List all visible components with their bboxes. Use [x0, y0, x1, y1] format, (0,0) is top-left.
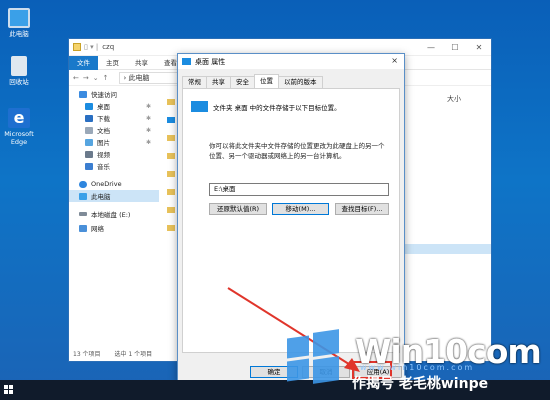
- folder-icon: [73, 43, 81, 51]
- desktop-icon-label: Microsoft Edge: [4, 130, 34, 146]
- status-bar: 13 个项目 选中 1 个项目: [73, 349, 152, 358]
- location-description: 文件夹 桌面 中的文件存储于以下目标位置。: [213, 104, 341, 112]
- back-icon[interactable]: ←: [73, 74, 79, 82]
- close-button[interactable]: ✕: [467, 39, 491, 56]
- nav-label: 本地磁盘 (E:): [91, 211, 131, 219]
- nav-item-videos[interactable]: 视频: [69, 148, 159, 160]
- picture-icon: [85, 138, 93, 146]
- windows-start-icon[interactable]: [4, 385, 14, 395]
- status-selected: 选中 1 个项目: [114, 351, 153, 358]
- folder-icon: [167, 117, 175, 123]
- folder-icon: [167, 189, 175, 195]
- breadcrumb: 此电脑: [128, 73, 150, 82]
- nav-label: 音乐: [97, 163, 110, 171]
- computer-icon: [79, 192, 87, 200]
- desktop-icon-edge[interactable]: e Microsoft Edge: [3, 108, 35, 146]
- folder-icon: [182, 58, 191, 65]
- address-bar[interactable]: › 此电脑: [118, 71, 179, 84]
- pin-icon: ✱: [145, 102, 151, 110]
- quick-access-toolbar[interactable]: ▯ ▾ |: [84, 43, 98, 51]
- desktop-icon-label: 此电脑: [9, 30, 29, 38]
- location-help-text: 你可以将此文件夹中文件存储的位置更改为此硬盘上的另一个位置、另一个驱动器或网络上…: [209, 142, 385, 160]
- desktop-folder-icon: [85, 102, 93, 110]
- tab-share[interactable]: 共享: [127, 56, 156, 70]
- nav-item-documents[interactable]: 文档 ✱: [69, 124, 159, 136]
- tab-file[interactable]: 文件: [69, 55, 98, 70]
- tab-general[interactable]: 常规: [182, 76, 207, 88]
- nav-label: 下载: [97, 115, 110, 123]
- recycle-bin-icon: [11, 56, 27, 76]
- star-icon: [79, 90, 87, 98]
- chevron-down-icon[interactable]: ⌄: [93, 74, 99, 82]
- folder-icon: [167, 225, 175, 231]
- nav-item-network[interactable]: 网络: [69, 222, 159, 234]
- tab-sharing[interactable]: 共享: [206, 76, 231, 88]
- folder-icon: [167, 207, 175, 213]
- desktop-icon-recycle-bin[interactable]: 回收站: [3, 56, 35, 86]
- tab-home[interactable]: 主页: [98, 56, 127, 70]
- pin-icon: ✱: [145, 114, 151, 122]
- tab-location[interactable]: 位置: [254, 74, 279, 88]
- forward-icon[interactable]: →: [83, 74, 89, 82]
- selected-row-highlight: [405, 244, 491, 254]
- video-icon: [85, 150, 93, 158]
- restore-default-button[interactable]: 还原默认值(R): [209, 203, 267, 215]
- desktop-folder-icon: [191, 101, 208, 112]
- download-icon: [85, 114, 93, 122]
- up-icon[interactable]: ↑: [103, 74, 109, 82]
- status-item-count: 13 个项目: [73, 351, 101, 358]
- nav-label: 此电脑: [91, 193, 111, 201]
- nav-label: OneDrive: [91, 180, 122, 188]
- nav-label: 桌面: [97, 103, 110, 111]
- nav-item-music[interactable]: 音乐: [69, 160, 159, 172]
- file-list-peek: [167, 99, 177, 299]
- dialog-tabs: 常规 共享 安全 位置 以前的版本: [182, 74, 323, 88]
- network-icon: [79, 224, 87, 232]
- nav-item-local-disk[interactable]: 本地磁盘 (E:): [69, 208, 159, 220]
- dialog-titlebar: 桌面 属性: [178, 54, 404, 69]
- close-icon[interactable]: ×: [391, 56, 398, 65]
- watermark-url: www.win10com.com: [360, 363, 475, 372]
- window-title: czq: [102, 43, 115, 51]
- folder-icon: [167, 171, 175, 177]
- desktop-icon-this-pc[interactable]: 此电脑: [3, 8, 35, 38]
- nav-label: 文档: [97, 127, 110, 135]
- move-button[interactable]: 移动(M)...: [272, 203, 329, 215]
- cloud-icon: [79, 180, 87, 188]
- nav-item-pictures[interactable]: 图片 ✱: [69, 136, 159, 148]
- music-icon: [85, 162, 93, 170]
- tab-previous-versions[interactable]: 以前的版本: [278, 76, 323, 88]
- maximize-button[interactable]: ☐: [443, 39, 467, 56]
- navigation-pane: 快速访问 桌面 ✱ 下载 ✱ 文档 ✱ 图片 ✱ 视频 音乐 OneDrive 此电脑 …: [69, 88, 159, 348]
- this-pc-icon: [8, 8, 30, 28]
- nav-label: 网络: [91, 225, 104, 233]
- drive-icon: [79, 212, 87, 216]
- pin-icon: ✱: [145, 138, 151, 146]
- watermark-logo: [283, 327, 341, 384]
- location-path-input[interactable]: E:\桌面: [209, 183, 389, 196]
- pin-icon: ✱: [145, 126, 151, 134]
- nav-item-onedrive[interactable]: OneDrive: [69, 178, 159, 190]
- document-icon: [85, 126, 93, 134]
- folder-icon: [167, 135, 175, 141]
- folder-icon: [167, 153, 175, 159]
- nav-item-desktop[interactable]: 桌面 ✱: [69, 100, 159, 112]
- minimize-button[interactable]: —: [419, 39, 443, 56]
- nav-label: 图片: [97, 139, 110, 147]
- tab-security[interactable]: 安全: [230, 76, 255, 88]
- folder-icon: [167, 99, 175, 105]
- column-header-size[interactable]: 大小: [447, 94, 461, 104]
- find-target-button[interactable]: 查找目标(F)...: [335, 203, 389, 215]
- edge-icon: e: [8, 108, 30, 128]
- nav-item-quick-access[interactable]: 快速访问: [69, 88, 159, 100]
- nav-item-this-pc[interactable]: 此电脑: [69, 190, 159, 202]
- nav-item-downloads[interactable]: 下载 ✱: [69, 112, 159, 124]
- dialog-title: 桌面 属性: [195, 57, 226, 66]
- desktop-icon-label: 回收站: [9, 78, 29, 86]
- nav-label: 视频: [97, 151, 110, 159]
- nav-label: 快速访问: [91, 91, 117, 99]
- watermark-subtitle: 作揭号 老毛桃winpe: [352, 376, 489, 392]
